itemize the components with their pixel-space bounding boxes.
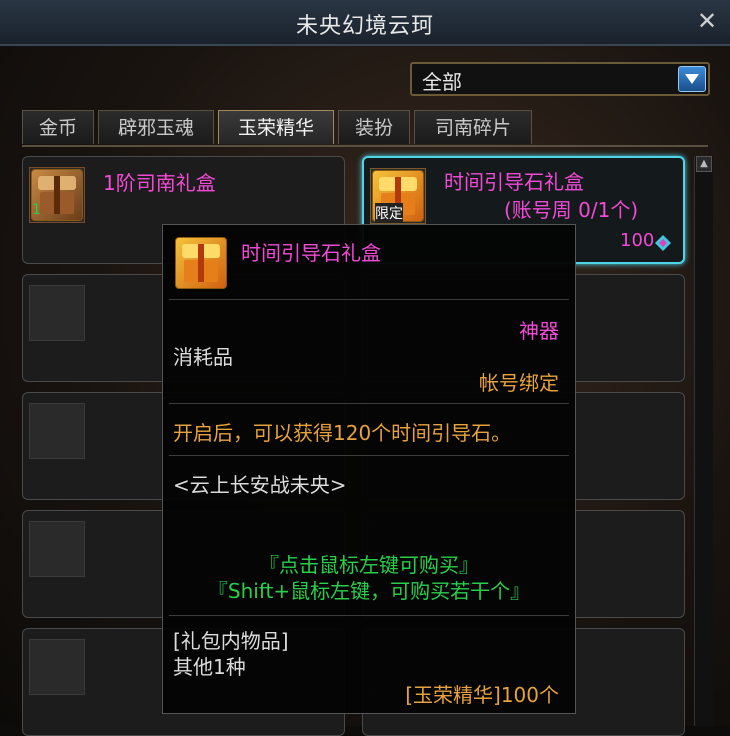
tab-sinan-fragments[interactable]: 司南碎片 xyxy=(414,110,532,144)
tooltip-contents-header: [礼包内物品] xyxy=(173,629,289,653)
item-icon-frame: 限定 xyxy=(370,168,426,224)
tab-divider xyxy=(22,145,708,147)
item-icon-frame: 1 xyxy=(29,167,85,223)
divider xyxy=(169,299,569,300)
divider xyxy=(169,455,569,456)
shop-window: 未央幻境云珂 ✕ 全部 金币 辟邪玉魂 玉荣精华 装扮 司南碎片 1 1阶司南礼… xyxy=(0,0,730,736)
item-name: 1阶司南礼盒 xyxy=(103,171,216,195)
item-price: 100 xyxy=(620,230,655,251)
tab-bixie-yuhun[interactable]: 辟邪玉魂 xyxy=(98,110,214,144)
gift-box-icon xyxy=(175,237,227,289)
scroll-up-icon[interactable]: ▲ xyxy=(696,156,712,172)
tab-gold[interactable]: 金币 xyxy=(22,110,94,144)
tooltip-binding: 帐号绑定 xyxy=(479,371,559,395)
item-icon-frame xyxy=(29,521,85,577)
item-purchase-limit: (账号周 0/1个) xyxy=(504,198,639,222)
window-title: 未央幻境云珂 xyxy=(295,14,434,39)
item-tooltip: 时间引导石礼盒 神器 消耗品 帐号绑定 开启后，可以获得120个时间引导石。 <… xyxy=(162,224,576,714)
dropdown-value: 全部 xyxy=(422,70,462,94)
chevron-down-icon[interactable] xyxy=(678,66,706,92)
category-dropdown[interactable]: 全部 xyxy=(410,62,710,96)
item-icon-frame xyxy=(29,403,85,459)
tooltip-description: 开启后，可以获得120个时间引导石。 xyxy=(173,421,512,445)
tooltip-hint-click: 『点击鼠标左键可购买』 xyxy=(259,553,479,577)
limited-badge: 限定 xyxy=(375,203,403,223)
tooltip-rarity: 神器 xyxy=(519,319,559,343)
title-bar[interactable]: 未央幻境云珂 ✕ xyxy=(0,0,730,46)
divider xyxy=(169,403,569,404)
close-icon[interactable]: ✕ xyxy=(692,6,722,36)
yurong-jinghua-currency-icon xyxy=(654,234,672,252)
item-icon-frame xyxy=(29,639,85,695)
tooltip-cost: [玉荣精华]100个 xyxy=(405,683,559,707)
tooltip-hint-shift-click: 『Shift+鼠标左键，可购买若干个』 xyxy=(207,579,531,603)
tooltip-contents: 其他1种 xyxy=(173,655,246,679)
tab-costume[interactable]: 装扮 xyxy=(338,110,410,144)
tab-yurong-jinghua[interactable]: 玉荣精华 xyxy=(218,110,334,144)
item-name: 时间引导石礼盒 xyxy=(444,170,584,194)
divider xyxy=(169,615,569,616)
item-count: 1 xyxy=(32,202,41,218)
item-icon-frame xyxy=(29,285,85,341)
scrollbar[interactable]: ▲ xyxy=(694,156,713,726)
tooltip-item-name: 时间引导石礼盒 xyxy=(241,241,381,265)
tooltip-category: 消耗品 xyxy=(173,345,233,369)
tooltip-series: <云上长安战未央> xyxy=(173,473,347,497)
